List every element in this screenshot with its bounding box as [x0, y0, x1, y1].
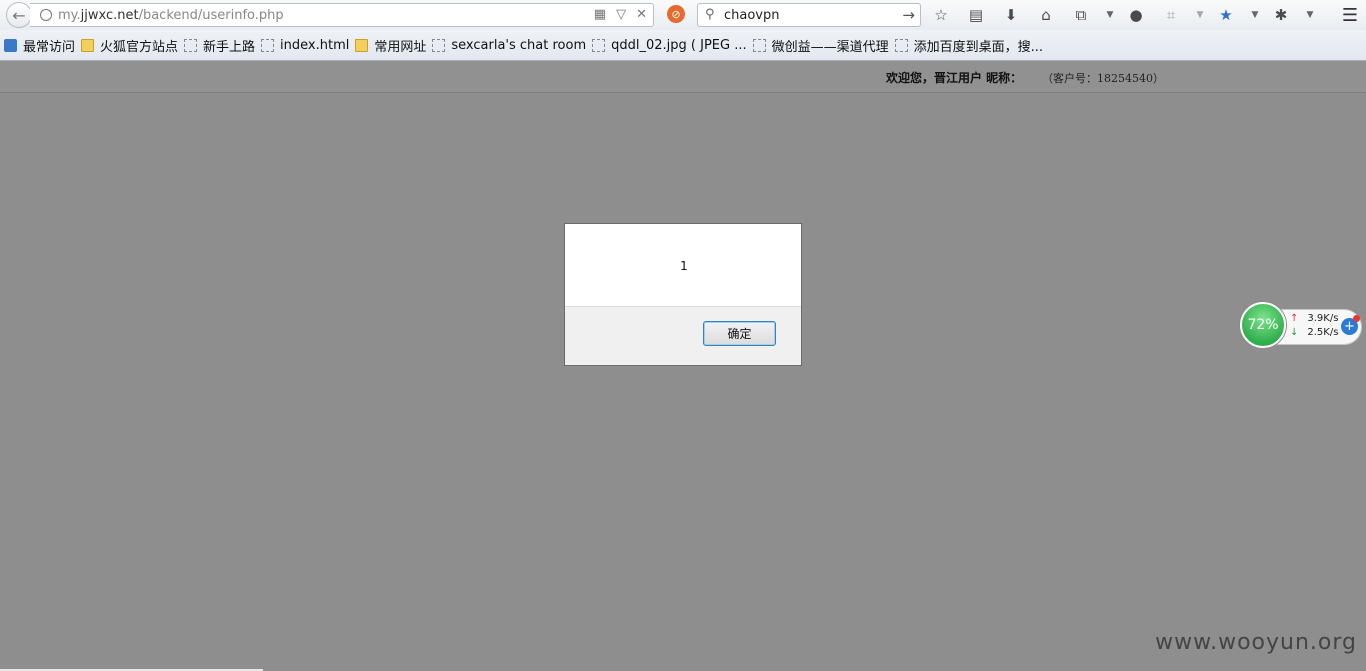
bookmark-item[interactable]: 火狐官方站点 [81, 36, 178, 55]
page-icon [184, 38, 198, 52]
chat-icon[interactable]: ● [1125, 4, 1147, 26]
crop-icon[interactable]: ⌗ [1160, 4, 1182, 26]
bookmark-item[interactable]: index.html [261, 38, 349, 53]
history-dropdown-icon[interactable]: ▽ [616, 7, 626, 22]
customer-number: （客户号：18254540） [1042, 72, 1164, 85]
bookmark-label: 添加百度到桌面，搜... [913, 39, 1044, 55]
download-speed: ↓ 2.5K/s [1290, 327, 1339, 338]
bookmark-item[interactable]: sexcarla's chat room [432, 38, 586, 53]
addon-dropdown-icon[interactable]: ▼ [1250, 4, 1260, 26]
bookmark-label: index.html [280, 37, 350, 53]
upload-arrow-icon: ↑ [1290, 313, 1299, 324]
back-arrow-icon: ← [12, 5, 26, 25]
url-bar[interactable]: my.jjwxc.net/backend/userinfo.php ▦ ▽ ✕ [30, 3, 654, 27]
crop-dropdown-icon[interactable]: ▼ [1195, 4, 1205, 26]
folder-icon [355, 38, 369, 52]
ok-button[interactable]: 确定 [703, 321, 776, 346]
folder-icon [81, 38, 95, 52]
addon-star-icon[interactable]: ★ [1215, 4, 1237, 26]
bookmarks-list-icon[interactable]: ▤ [965, 4, 987, 26]
bookmark-item[interactable]: 微创益——渠道代理 [752, 36, 889, 55]
globe-icon [40, 9, 52, 21]
url-bar-icons: ▦ ▽ ✕ [594, 7, 647, 22]
page-area: 欢迎您，晋江用户 昵称： （客户号：18254540） [0, 61, 1366, 671]
bookmark-label: 新手上路 [203, 39, 256, 55]
bookmark-item[interactable]: 常用网址 [355, 36, 426, 55]
alert-dialog: 1 确定 [564, 223, 802, 366]
home-icon[interactable]: ⌂ [1035, 4, 1057, 26]
noscript-icon[interactable]: ⊘ [667, 5, 685, 23]
qr-code-icon[interactable]: ▦ [594, 7, 606, 22]
share-dropdown-icon[interactable]: ▼ [1105, 4, 1115, 26]
user-info-bar: 欢迎您，晋江用户 昵称： （客户号：18254540） [0, 61, 1366, 93]
bookmark-label: 火狐官方站点 [100, 39, 179, 55]
page-icon [261, 38, 275, 52]
bookmark-label: sexcarla's chat room [451, 37, 587, 53]
url-text: my.jjwxc.net/backend/userinfo.php [58, 8, 284, 23]
download-arrow-icon: ↓ [1290, 327, 1299, 338]
search-input[interactable]: chaovpn [724, 8, 780, 23]
bug-icon[interactable]: ✱ [1270, 4, 1292, 26]
page-icon [432, 38, 446, 52]
watermark: www.wooyun.org [1155, 630, 1357, 655]
dialog-footer: 确定 [565, 306, 801, 365]
bug-dropdown-icon[interactable]: ▼ [1305, 4, 1315, 26]
page-icon [592, 38, 606, 52]
page-icon [752, 38, 766, 52]
most-visited-icon [4, 38, 17, 52]
bookmark-label: 最常访问 [23, 39, 76, 55]
page-icon [894, 38, 908, 52]
share-icon[interactable]: ⧉ [1070, 4, 1092, 26]
search-bar[interactable]: ⚲ chaovpn → [697, 3, 921, 27]
browser-toolbar: ← my.jjwxc.net/backend/userinfo.php ▦ ▽ … [0, 0, 1366, 30]
dialog-message: 1 [680, 258, 688, 273]
back-button[interactable]: ← [6, 2, 32, 28]
bookmark-label: 微创益——渠道代理 [771, 39, 889, 55]
bookmark-item[interactable]: 新手上路 [184, 36, 255, 55]
bookmark-label: qddl_02.jpg ( JPEG ... [611, 37, 747, 53]
close-icon[interactable]: ✕ [636, 7, 647, 22]
bookmark-star-icon[interactable]: ☆ [930, 4, 952, 26]
upload-speed: ↑ 3.9K/s [1290, 313, 1339, 324]
search-go-arrow-icon[interactable]: → [902, 6, 915, 24]
memory-percent-ball[interactable]: 72% [1240, 302, 1286, 348]
toolbar-icons: ☆ ▤ ⬇ ⌂ ⧉ ▼ ● ⌗ ▼ ★ ▼ ✱ ▼ [930, 4, 1325, 26]
notification-dot [1353, 315, 1360, 322]
bookmarks-bar: 最常访问 火狐官方站点 新手上路 index.html 常用网址 sexcarla's c… [0, 30, 1366, 61]
menu-icon[interactable]: ☰ [1342, 5, 1358, 26]
bookmark-item[interactable]: 最常访问 [4, 36, 75, 55]
bookmark-item[interactable]: qddl_02.jpg ( JPEG ... [592, 37, 747, 53]
download-icon[interactable]: ⬇ [1000, 4, 1022, 26]
bookmark-label: 常用网址 [374, 39, 427, 55]
bookmark-item[interactable]: 添加百度到桌面，搜... [894, 36, 1044, 55]
welcome-text: 欢迎您，晋江用户 昵称： [886, 71, 1023, 85]
search-icon: ⚲ [705, 7, 715, 22]
